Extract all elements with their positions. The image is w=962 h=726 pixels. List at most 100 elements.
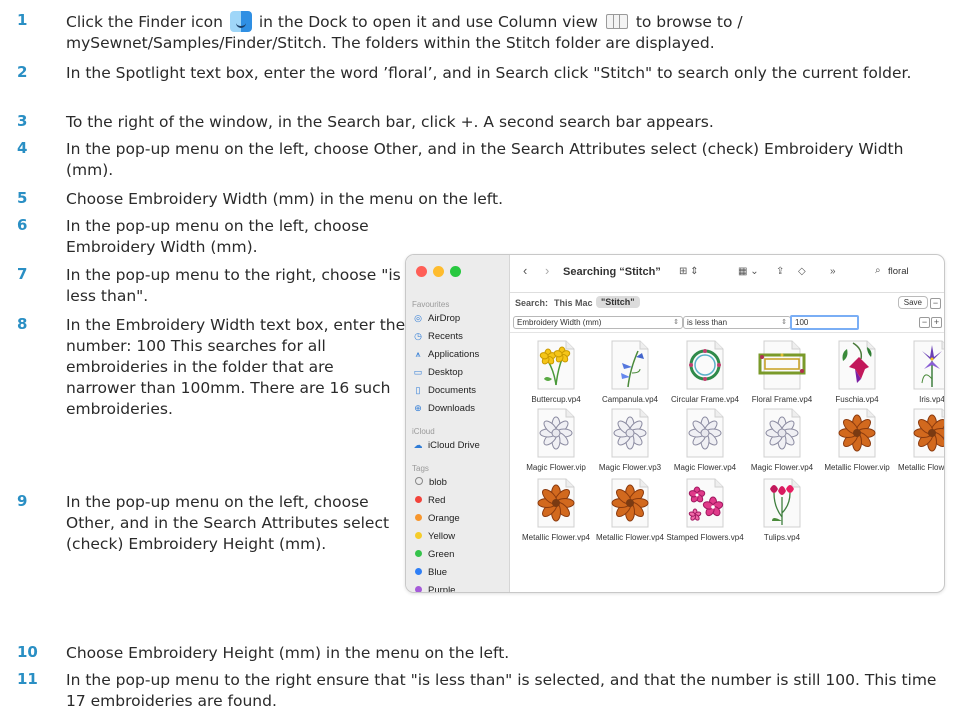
desktop-icon: ▭ (413, 367, 423, 377)
window-title: Searching “Stitch” (563, 266, 661, 278)
share-icon[interactable]: ⇪ (776, 266, 784, 277)
sidebar-item-label: Orange (428, 513, 460, 524)
minimize-window-button[interactable] (433, 266, 444, 277)
group-icon[interactable]: ▦ ⌄ (738, 266, 759, 277)
add-criteria-button[interactable]: + (931, 317, 942, 328)
save-search-button[interactable]: Save (897, 296, 928, 309)
file-name: Stamped Flowers.vp4 (666, 533, 744, 542)
sidebar-item-label: Downloads (428, 403, 475, 414)
file-item[interactable]: Floral Frame.vp4 (742, 339, 822, 405)
step-number: 4 (17, 139, 28, 157)
attribute-select[interactable]: Embroidery Width (mm) (513, 316, 683, 329)
close-window-button[interactable] (416, 266, 427, 277)
sidebar-item-documents[interactable]: ▯ Documents (412, 385, 477, 396)
file-icon (913, 340, 944, 390)
file-item[interactable]: Campanula.vp4 (590, 339, 670, 405)
step-number: 11 (17, 670, 38, 688)
view-grid-icon[interactable]: ⊞ ⇕ (679, 266, 699, 277)
sidebar-item-label: Purple (428, 585, 456, 593)
file-icon (686, 340, 724, 390)
scope-stitch[interactable]: "Stitch" (596, 296, 640, 308)
step-number: 6 (17, 216, 28, 234)
file-item[interactable]: Magic Flower.vp3 (590, 407, 670, 473)
file-name: Fuschia.vp4 (835, 395, 879, 404)
finder-icon (229, 11, 252, 32)
file-item[interactable]: Buttercup.vp4 (516, 339, 596, 405)
more-icon[interactable]: » (830, 266, 836, 277)
sidebar-item-label: Documents (428, 385, 477, 396)
sidebar-item-label: AirDrop (428, 313, 461, 324)
file-item[interactable]: Metallic Flower.vip (817, 407, 897, 473)
sidebar-item-desktop[interactable]: ▭ Desktop (412, 367, 463, 378)
file-item[interactable]: Tulips.vp4 (742, 477, 822, 543)
tag-icon[interactable]: ◇ (798, 266, 806, 277)
step-number: 8 (17, 315, 28, 333)
search-scope-label: Search: (515, 298, 549, 308)
step-number: 10 (17, 643, 38, 661)
forward-icon[interactable]: › (545, 263, 549, 278)
sidebar-item-recents[interactable]: ◷ Recents (412, 331, 463, 342)
clock-icon: ◷ (414, 331, 422, 341)
file-item[interactable]: Magic Flower.vp4 (742, 407, 822, 473)
file-icon (686, 408, 724, 458)
file-icon (758, 340, 806, 390)
sidebar-tag-red[interactable]: Red (412, 495, 445, 506)
sidebar-tag-blob[interactable]: blob (412, 477, 447, 488)
sidebar-item-label: Desktop (428, 367, 463, 378)
sidebar-section-icloud: iCloud (412, 427, 435, 436)
tag-dot (415, 550, 422, 557)
sidebar-item-airdrop[interactable]: ◎ AirDrop (412, 313, 460, 324)
file-icon (611, 340, 649, 390)
sidebar-section-tags: Tags (412, 464, 429, 473)
file-item[interactable]: Metallic Flower.vp4 (590, 477, 670, 543)
file-name: Buttercup.vp4 (531, 395, 581, 404)
file-name: Metallic Flower.vp4 (521, 533, 591, 542)
tag-dot (415, 568, 422, 575)
step-text: In the pop-up menu to the right ensure t… (66, 671, 937, 710)
document-icon: ▯ (415, 385, 421, 395)
file-item[interactable]: Magic Flower.vip (516, 407, 596, 473)
file-icon (763, 408, 801, 458)
file-item[interactable]: Iris.vp4 (892, 339, 944, 405)
step-text: In the Spotlight text box, enter the wor… (66, 64, 912, 82)
remove-criteria-button[interactable]: − (919, 317, 930, 328)
file-item[interactable]: Magic Flower.vp4 (665, 407, 745, 473)
file-item[interactable]: Circular Frame.vp4 (665, 339, 745, 405)
search-field[interactable]: ⌕ floral (873, 263, 936, 283)
sidebar-tag-yellow[interactable]: Yellow (412, 531, 455, 542)
sidebar-tag-orange[interactable]: Orange (412, 513, 460, 524)
sidebar-tag-blue[interactable]: Blue (412, 567, 447, 578)
sidebar-item-label: Red (428, 495, 446, 506)
back-icon[interactable]: ‹ (523, 263, 527, 278)
sidebar-item-icloud-drive[interactable]: ☁ iCloud Drive (412, 440, 480, 451)
file-item[interactable]: Fuschia.vp4 (817, 339, 897, 405)
search-scope-bar: Search: This Mac "Stitch" Save − (510, 296, 944, 312)
scope-this-mac[interactable]: This Mac (554, 298, 593, 308)
value-field[interactable]: 100 (790, 315, 859, 330)
file-icon (913, 408, 944, 458)
step-text: In the pop-up menu to the right, choose … (66, 266, 401, 305)
file-icon (537, 340, 575, 390)
remove-scope-button[interactable]: − (930, 298, 941, 309)
operator-select[interactable]: is less than (683, 316, 791, 329)
step-text: In the pop-up menu on the left, choose O… (66, 140, 904, 179)
sidebar-item-downloads[interactable]: ⊕ Downloads (412, 403, 475, 414)
sidebar-tag-purple[interactable]: Purple (412, 585, 456, 593)
file-icon (763, 478, 801, 528)
sidebar-item-label: Applications (428, 349, 480, 360)
sidebar-tag-green[interactable]: Green (412, 549, 454, 560)
file-item[interactable]: Stamped Flowers.vp4 (665, 477, 745, 543)
sidebar-item-label: Green (428, 549, 455, 560)
sidebar-item-applications[interactable]: ⩚ Applications (412, 349, 479, 360)
applications-icon: ⩚ (415, 349, 421, 359)
zoom-window-button[interactable] (450, 266, 461, 277)
file-icon (611, 478, 649, 528)
step-number: 9 (17, 492, 28, 510)
file-name: Campanula.vp4 (601, 395, 659, 404)
sidebar-item-label: iCloud Drive (428, 440, 480, 451)
file-item[interactable]: Metallic Flower.vp4 (516, 477, 596, 543)
file-item[interactable]: Metallic Flower.vp3 (892, 407, 944, 473)
file-icon (686, 478, 724, 528)
step-text: In the pop-up menu on the left, choose O… (66, 493, 390, 553)
step-text-part: Click the Finder icon (66, 13, 223, 31)
